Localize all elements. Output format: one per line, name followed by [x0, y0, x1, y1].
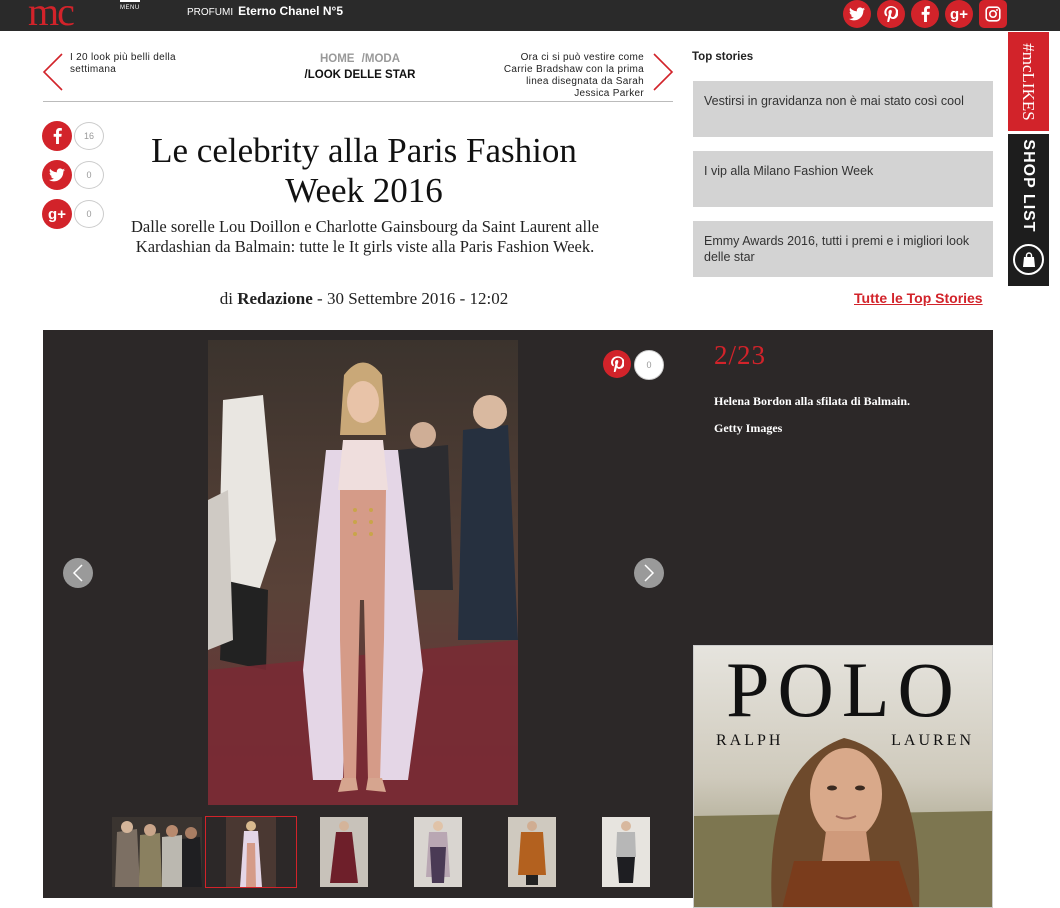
- gallery-photo-image: [208, 340, 518, 805]
- gallery-thumbnail[interactable]: [602, 817, 650, 887]
- gallery-main-photo[interactable]: [208, 340, 518, 805]
- thumbnail-image: [320, 817, 368, 887]
- instagram-icon[interactable]: [979, 0, 1007, 28]
- divider: [43, 101, 673, 102]
- breadcrumb: HOME /MODA /LOOK DELLE STAR: [290, 51, 430, 83]
- photo-credit: Getty Images: [714, 421, 783, 435]
- next-article-arrow-icon[interactable]: [650, 52, 676, 92]
- ad-subbrand: RALPH LAUREN: [716, 732, 974, 750]
- twitter-share[interactable]: 0: [42, 160, 104, 190]
- promo-category: PROFUMI: [187, 7, 234, 18]
- gallery-thumbnail-selected[interactable]: [205, 816, 297, 888]
- facebook-icon[interactable]: [911, 0, 939, 28]
- gallery-info-panel: [685, 330, 993, 635]
- next-article-link[interactable]: Ora ci si può vestire come Carrie Bradsh…: [496, 52, 644, 100]
- thumbnail-image: [226, 817, 276, 887]
- top-bar: mc MENU PROFUMI Eterno Chanel N°5 g+: [0, 0, 1060, 34]
- top-stories-heading: Top stories: [692, 51, 754, 63]
- facebook-share-count: 16: [74, 122, 104, 150]
- byline-prefix: di: [219, 289, 233, 308]
- byline: di Redazione - 30 Settembre 2016 - 12:02: [120, 289, 608, 309]
- pinterest-icon[interactable]: [603, 350, 631, 378]
- shop-list-label: SHOP LIST: [1020, 139, 1037, 233]
- menu-label: MENU: [120, 5, 140, 11]
- photo-caption: Helena Bordon alla sfilata di Balmain. G…: [714, 388, 979, 442]
- gallery-counter: 2/23: [714, 340, 767, 370]
- gallery-prev-button[interactable]: [63, 558, 93, 588]
- top-story-item[interactable]: Vestirsi in gravidanza non è mai stato c…: [693, 81, 993, 137]
- ad-brand: POLO: [726, 646, 962, 733]
- gallery-next-button[interactable]: [634, 558, 664, 588]
- article-subtitle: Dalle sorelle Lou Doillon e Charlotte Ga…: [131, 217, 599, 256]
- googleplus-share-count: 0: [74, 200, 104, 228]
- top-story-item[interactable]: Emmy Awards 2016, tutti i premi e i migl…: [693, 221, 993, 277]
- google-plus-icon[interactable]: g+: [945, 0, 973, 28]
- twitter-icon[interactable]: [42, 160, 72, 190]
- mclikes-tab[interactable]: #mcLIKES: [1008, 32, 1049, 131]
- google-plus-icon[interactable]: g+: [42, 199, 72, 229]
- ad-subbrand-right: LAUREN: [891, 732, 974, 749]
- twitter-share-count: 0: [74, 161, 104, 189]
- advertisement[interactable]: POLO RALPH LAUREN: [693, 645, 993, 908]
- site-logo[interactable]: mc: [28, 0, 75, 35]
- gallery-thumbnail[interactable]: [112, 817, 202, 887]
- pin-count: 0: [634, 350, 664, 380]
- facebook-icon[interactable]: [42, 121, 72, 151]
- gallery-thumbnail[interactable]: [320, 817, 368, 887]
- publish-date: - 30 Settembre 2016 - 12:02: [317, 289, 509, 308]
- mclikes-label: #mcLIKES: [1019, 43, 1038, 121]
- breadcrumb-subsection[interactable]: LOOK DELLE STAR: [308, 69, 416, 81]
- social-links: g+: [843, 0, 1007, 28]
- hamburger-icon: [120, 0, 140, 2]
- prev-article-arrow-icon[interactable]: [40, 52, 66, 92]
- promo-title: Eterno Chanel N°5: [238, 4, 343, 18]
- menu-button[interactable]: MENU: [118, 0, 142, 14]
- shop-list-tab[interactable]: SHOP LIST: [1008, 134, 1049, 286]
- caption-text: Helena Bordon alla sfilata di Balmain.: [714, 394, 911, 408]
- thumbnail-image: [602, 817, 650, 887]
- gallery-thumbnail[interactable]: [508, 817, 556, 887]
- thumbnail-image: [508, 817, 556, 887]
- twitter-icon[interactable]: [843, 0, 871, 28]
- prev-article-link[interactable]: I 20 look più belli della settimana: [70, 52, 220, 76]
- promo-link[interactable]: PROFUMI Eterno Chanel N°5: [187, 4, 343, 18]
- thumbnail-image: [414, 817, 462, 887]
- ad-subbrand-left: RALPH: [716, 732, 784, 749]
- thumbnail-image: [112, 817, 202, 887]
- article-title: Le celebrity alla Paris Fashion Week 201…: [151, 131, 577, 210]
- pinterest-icon[interactable]: [877, 0, 905, 28]
- shopping-bag-icon: [1013, 244, 1044, 275]
- breadcrumb-section[interactable]: MODA: [365, 53, 400, 65]
- breadcrumb-home[interactable]: HOME: [320, 53, 355, 65]
- all-top-stories-link[interactable]: Tutte le Top Stories: [854, 290, 983, 306]
- facebook-share[interactable]: 16: [42, 121, 104, 151]
- top-story-item[interactable]: I vip alla Milano Fashion Week: [693, 151, 993, 207]
- gallery-thumbnail[interactable]: [414, 817, 462, 887]
- googleplus-share[interactable]: g+ 0: [42, 199, 104, 229]
- author-link[interactable]: Redazione: [237, 289, 313, 308]
